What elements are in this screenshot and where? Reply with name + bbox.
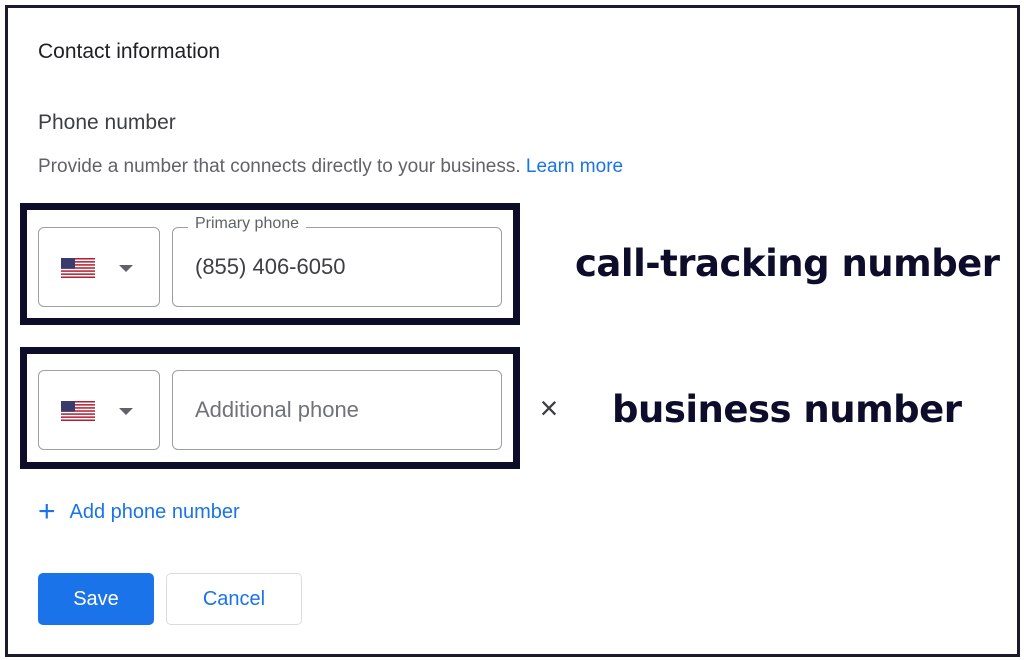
- primary-phone-label: Primary phone: [188, 215, 307, 233]
- chevron-down-icon: [119, 408, 133, 415]
- description-text: Provide a number that connects directly …: [38, 156, 521, 177]
- additional-country-select[interactable]: [38, 370, 160, 450]
- save-button[interactable]: Save: [38, 573, 154, 625]
- add-phone-label: Add phone number: [69, 500, 240, 523]
- add-phone-number-button[interactable]: + Add phone number: [38, 495, 240, 528]
- close-icon[interactable]: ×: [534, 391, 564, 425]
- phone-description: Provide a number that connects directly …: [38, 156, 623, 178]
- learn-more-link[interactable]: Learn more: [526, 156, 623, 177]
- phone-number-heading: Phone number: [38, 111, 176, 134]
- cancel-button[interactable]: Cancel: [166, 573, 302, 625]
- business-number-annotation: business number: [612, 388, 962, 431]
- section-title: Contact information: [38, 40, 221, 63]
- screenshot-frame: [5, 5, 1020, 657]
- plus-icon: +: [38, 495, 56, 528]
- primary-phone-input[interactable]: [172, 227, 502, 307]
- us-flag-icon: [61, 401, 95, 421]
- us-flag-icon: [61, 258, 95, 278]
- call-tracking-annotation: call-tracking number: [575, 242, 1000, 285]
- primary-country-select[interactable]: [38, 227, 160, 307]
- additional-phone-input[interactable]: [172, 370, 502, 450]
- chevron-down-icon: [119, 265, 133, 272]
